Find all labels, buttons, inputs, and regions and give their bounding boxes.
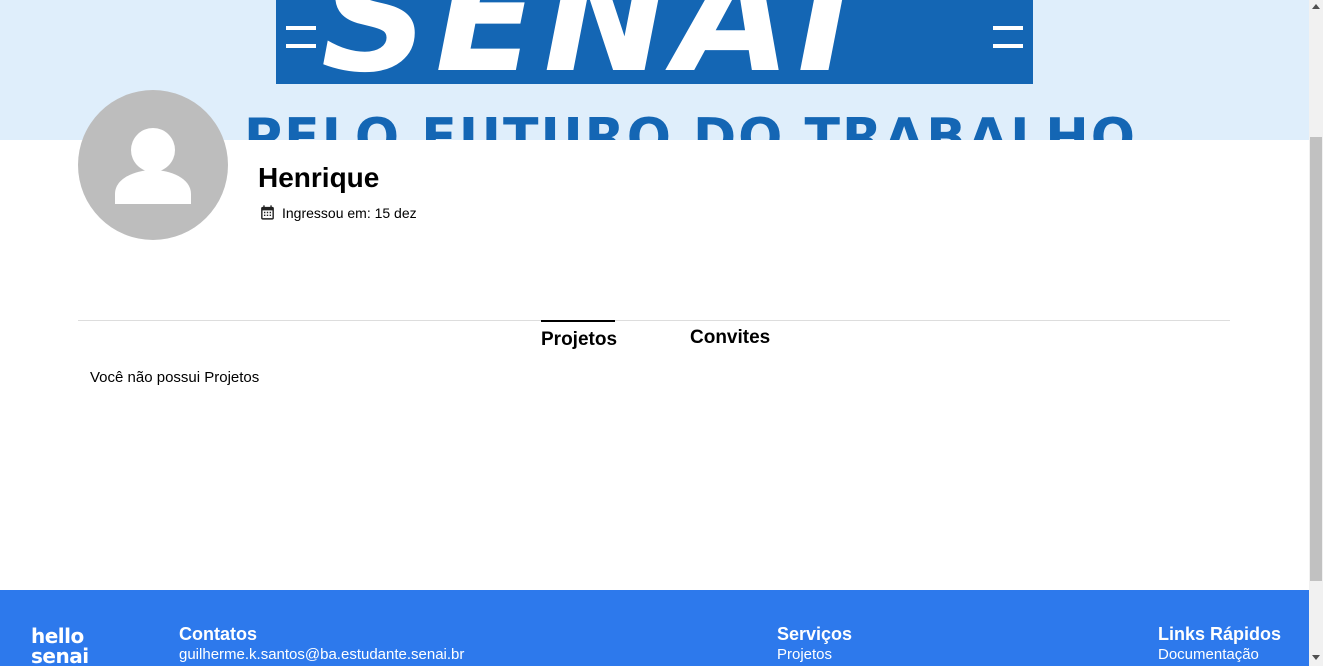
banner-stripe — [993, 44, 1023, 48]
tab-convites[interactable]: Convites — [690, 320, 770, 354]
footer-links-title: Links Rápidos — [1158, 624, 1282, 644]
banner-stripe — [286, 44, 316, 48]
joined-date: Ingressou em: 15 dez — [259, 204, 417, 221]
profile-name: Henrique — [258, 162, 380, 193]
footer-servicos-title: Serviços — [777, 624, 853, 644]
logo-line-hello: hello — [31, 624, 84, 648]
scrollbar-thumb[interactable] — [1310, 137, 1322, 581]
footer-link-projetos[interactable]: Projetos — [777, 646, 852, 664]
footer-contatos: Contatos guilherme.k.santos@ba.estudante… — [179, 624, 464, 664]
logo-line-senai: senai — [31, 644, 89, 666]
footer-servicos: Serviços Projetos — [777, 624, 852, 664]
footer-links-rapidos: Links Rápidos Documentação — [1158, 624, 1281, 664]
scroll-up-arrow-icon[interactable] — [1312, 4, 1320, 9]
footer-contact-email[interactable]: guilherme.k.santos@ba.estudante.senai.br — [179, 646, 464, 664]
projects-empty-message: Você não possui Projetos — [90, 369, 260, 386]
scroll-down-arrow-icon[interactable] — [1312, 655, 1320, 660]
vertical-scrollbar[interactable] — [1309, 0, 1323, 666]
avatar — [78, 90, 228, 240]
tab-projetos[interactable]: Projetos — [541, 320, 617, 354]
footer-link-documentacao[interactable]: Documentação — [1158, 646, 1281, 664]
banner-stripe — [286, 26, 316, 30]
profile-page: SENAI PELO FUTURO DO TRABALHO Henrique I… — [0, 0, 1323, 666]
banner-tagline: PELO FUTURO DO TRABALHO — [244, 108, 1137, 140]
senai-banner-logo: SENAI — [276, 0, 1033, 84]
banner-stripe — [993, 26, 1023, 30]
banner-logo-text: SENAI — [321, 0, 859, 84]
person-icon — [115, 128, 191, 204]
hello-senai-logo: hello senai — [31, 626, 89, 666]
calendar-icon — [261, 205, 274, 220]
footer-contatos-title: Contatos — [179, 624, 257, 644]
footer: hello senai Contatos guilherme.k.santos@… — [0, 590, 1309, 666]
tabs-divider — [78, 320, 1230, 321]
joined-date-label: Ingressou em: 15 dez — [282, 204, 417, 221]
